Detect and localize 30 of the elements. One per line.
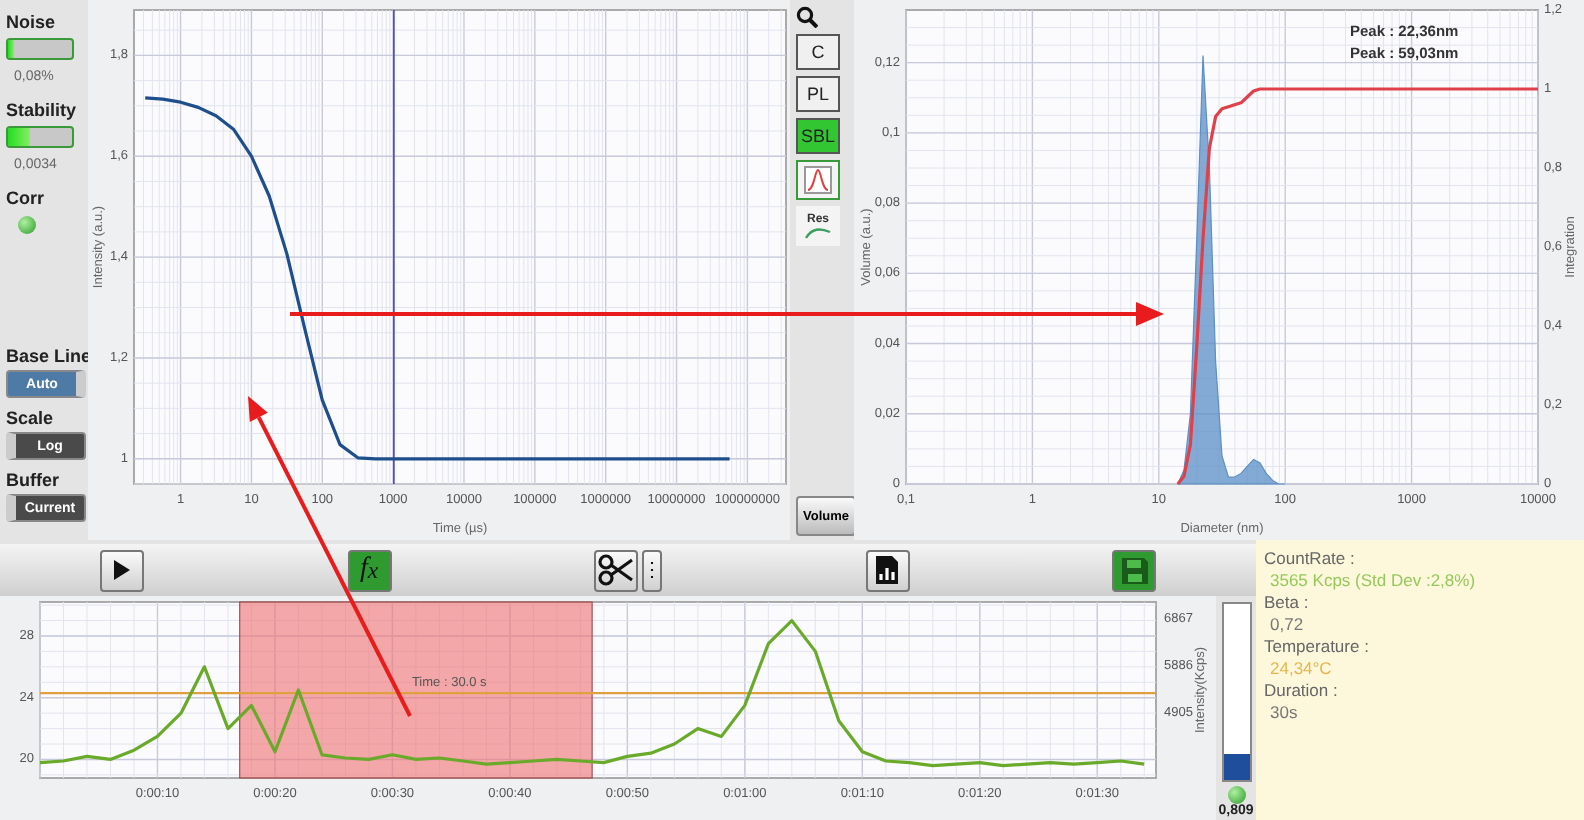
cursor-line[interactable]	[392, 9, 395, 485]
zoom-icon[interactable]	[796, 6, 818, 28]
save-button[interactable]	[1112, 549, 1156, 591]
meter-label: Stability	[6, 100, 79, 120]
peak-chart-icon	[804, 166, 832, 194]
info-label: Temperature :	[1264, 636, 1371, 656]
info-value: 0,72	[1270, 614, 1306, 634]
info-label: CountRate :	[1264, 548, 1357, 568]
report-icon	[874, 554, 900, 586]
switch-label: Buffer	[6, 470, 61, 490]
play-icon	[112, 558, 132, 582]
menu-button[interactable]: ⋮	[642, 549, 662, 591]
info-label: Beta :	[1264, 592, 1311, 612]
mode-button[interactable]: C	[796, 34, 840, 70]
info-label: Duration :	[1264, 680, 1340, 700]
info-value: 3565 Kcps (Std Dev :2,8%)	[1270, 570, 1478, 590]
meter-label: Noise	[6, 12, 58, 32]
save-icon	[1119, 555, 1149, 585]
scissors-icon	[598, 554, 634, 586]
scissors-button[interactable]	[594, 549, 638, 591]
curve-icon	[804, 225, 832, 239]
switch-label: Scale	[6, 408, 56, 428]
info-value: 24,34°C	[1270, 658, 1334, 678]
info-value: 30s	[1270, 702, 1300, 722]
mode-button[interactable]: SBL	[796, 118, 840, 154]
mode-button[interactable]: PL	[796, 76, 840, 112]
play-button[interactable]	[100, 549, 144, 591]
indicator-label: Corr	[6, 188, 47, 208]
view-button[interactable]	[796, 160, 840, 200]
report-button[interactable]	[865, 549, 909, 591]
